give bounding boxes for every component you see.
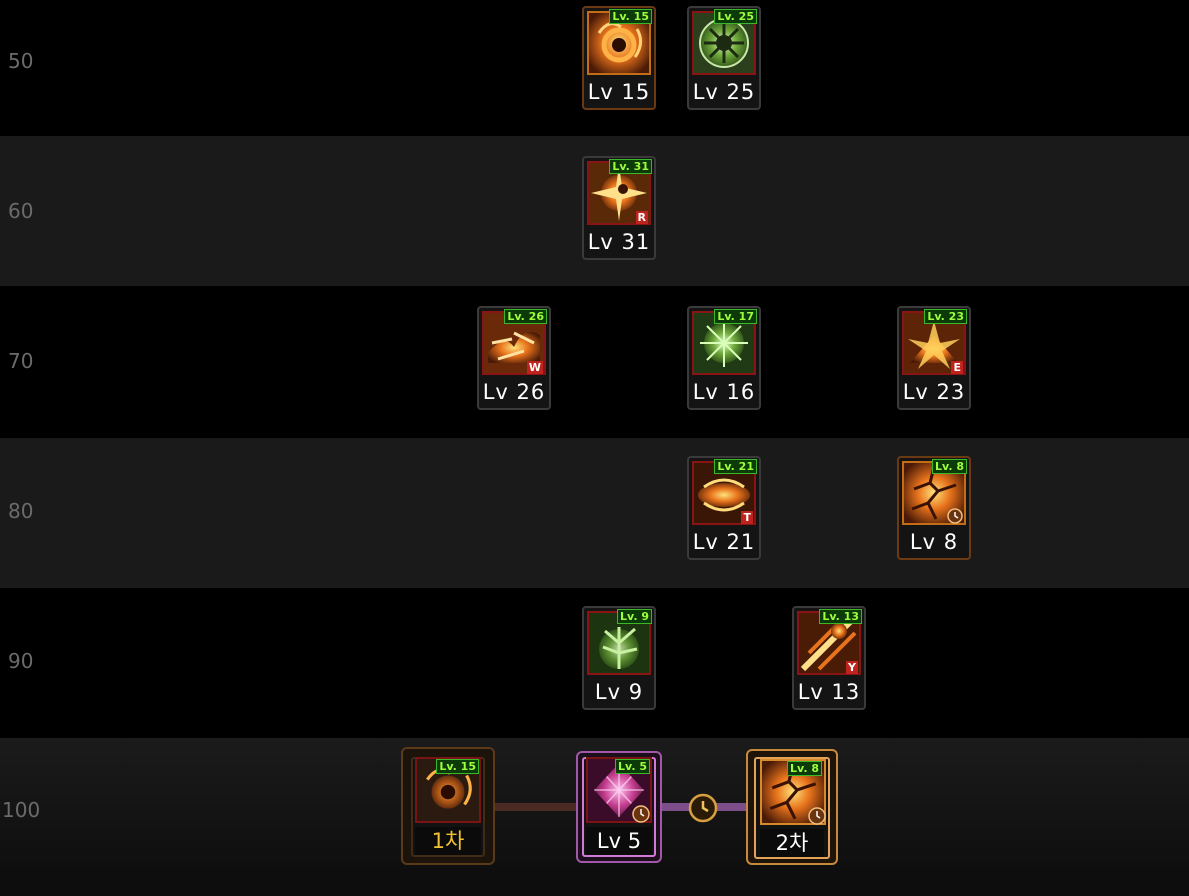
- skill-connector: [494, 803, 578, 811]
- skill-level-tag: Lv. 5: [615, 759, 650, 774]
- skill-slot[interactable]: Lv. 15 Lv 15: [582, 6, 656, 110]
- skill-level-tag: Lv. 25: [714, 9, 757, 24]
- level-label: 70: [8, 349, 34, 373]
- skill-level-text: Lv 9: [594, 680, 644, 704]
- level-label: 60: [8, 199, 34, 223]
- skill-level-text: Lv 8: [909, 530, 959, 554]
- skill-level-tag: Lv. 9: [617, 609, 652, 624]
- skill-slot[interactable]: Lv. 9 Lv 9: [582, 606, 656, 710]
- hotkey-badge: W: [526, 361, 543, 374]
- skill-slot[interactable]: Lv. 31 R Lv 31: [582, 156, 656, 260]
- skill-slot[interactable]: Lv. 8 Lv 8: [897, 456, 971, 560]
- clock-icon: [688, 793, 718, 823]
- level-row-80: 80: [0, 438, 1189, 588]
- skill-slot[interactable]: Lv. 17 Lv 16: [687, 306, 761, 410]
- skill-slot[interactable]: Lv. 23 E Lv 23: [897, 306, 971, 410]
- level-label: 90: [8, 649, 34, 673]
- skill-level-text: Lv 25: [692, 80, 756, 104]
- level-label: 100: [2, 798, 41, 822]
- skill-level-text: Lv 13: [797, 680, 861, 704]
- skill-level-tag: Lv. 8: [787, 761, 822, 776]
- level-label: 50: [8, 49, 34, 73]
- skill-level-tag: Lv. 15: [609, 9, 652, 24]
- clock-icon: [632, 805, 650, 823]
- tier-label: 1차: [415, 827, 481, 855]
- skill-level-tag: Lv. 15: [436, 759, 479, 774]
- skill-level-tag: Lv. 23: [924, 309, 967, 324]
- skill-level-tag: Lv. 21: [714, 459, 757, 474]
- level-row-70: 70: [0, 286, 1189, 438]
- hotkey-badge: T: [741, 511, 753, 524]
- skill-level-text: Lv 23: [902, 380, 966, 404]
- skill-level-tag: Lv. 17: [714, 309, 757, 324]
- skill-slot[interactable]: Lv. 26 W Lv 26: [477, 306, 551, 410]
- skill-level-tag: Lv. 13: [819, 609, 862, 624]
- skill-level-tag: Lv. 26: [504, 309, 547, 324]
- skill-level-tag: Lv. 8: [932, 459, 967, 474]
- skill-level-text: Lv 26: [482, 380, 546, 404]
- level-label: 80: [8, 499, 34, 523]
- hotkey-badge: R: [635, 211, 648, 224]
- hotkey-badge: E: [951, 361, 963, 374]
- skill-slot[interactable]: Lv. 13 Y Lv 13: [792, 606, 866, 710]
- skill-level-tag: Lv. 31: [609, 159, 652, 174]
- awakening-second-slot[interactable]: Lv. 8 2차: [746, 749, 838, 865]
- skill-slot[interactable]: Lv. 25 Lv 25: [687, 6, 761, 110]
- skill-slot[interactable]: Lv. 21 T Lv 21: [687, 456, 761, 560]
- skill-level-text: Lv 16: [692, 380, 756, 404]
- awakening-first-slot[interactable]: Lv. 15 1차: [401, 747, 495, 865]
- skill-level-text: Lv 21: [692, 530, 756, 554]
- awakening-mid-slot[interactable]: Lv. 5 Lv 5: [576, 751, 662, 863]
- clock-icon: [808, 807, 826, 825]
- skill-level-text: Lv 31: [587, 230, 651, 254]
- clock-icon: [947, 508, 963, 524]
- tier-label: 2차: [760, 829, 824, 857]
- skill-level-text: Lv 5: [586, 827, 652, 855]
- skill-level-text: Lv 15: [587, 80, 651, 104]
- hotkey-badge: Y: [846, 661, 858, 674]
